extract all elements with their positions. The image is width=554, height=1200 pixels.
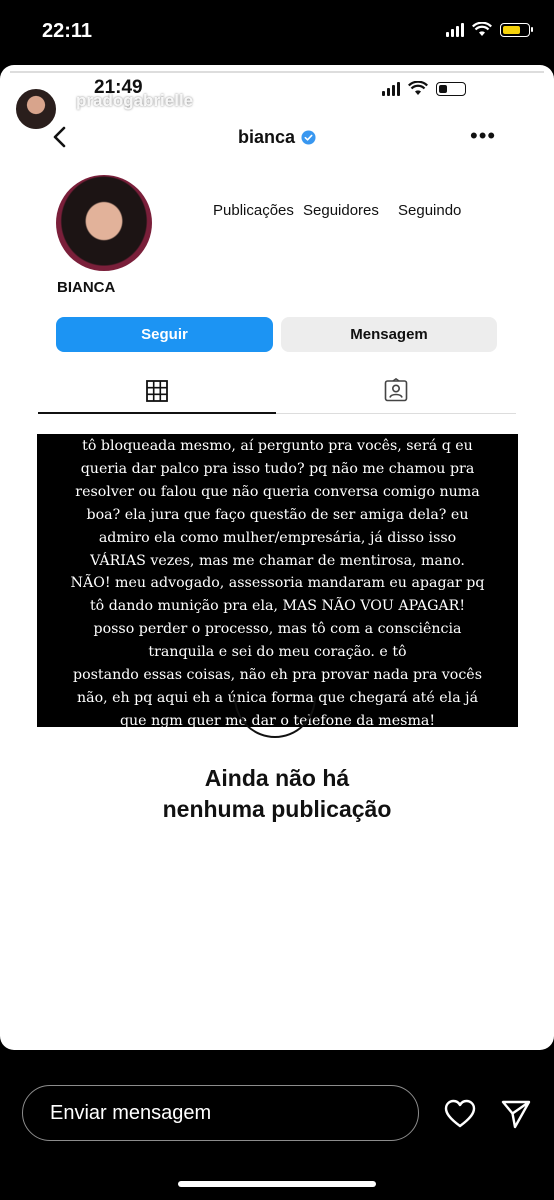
story-username[interactable]: pradogabrielle (76, 91, 193, 111)
translate-link[interactable]: ◔ Ver tradução › (78, 112, 185, 129)
battery-icon (500, 22, 533, 37)
caption-line: postando essas coisas, não eh pra provar… (73, 667, 482, 684)
status-icons (446, 22, 533, 37)
caption-line: posso perder o processo, mas tô com a co… (93, 621, 462, 638)
translate-label: Ver tradução (91, 112, 177, 129)
tab-divider (276, 413, 516, 414)
caption-line: queria dar palco pra isso tudo? pq não m… (80, 460, 475, 477)
profile-more-icon[interactable]: ••• (470, 123, 496, 149)
caption-line: admiro ela como mulher/empresária, já di… (98, 529, 457, 546)
caption-line: tô dando munição pra ela, MAS NÃO VOU AP… (89, 598, 466, 615)
empty-state-title: Ainda não há nenhuma publicação (0, 763, 554, 825)
caption-line: VÁRIAS vezes, mas me chamar de mentirosa… (90, 552, 465, 569)
active-tab-indicator (38, 412, 276, 414)
follow-button[interactable]: Seguir (56, 317, 273, 352)
translate-icon: ◔ (78, 112, 92, 129)
caption-line: tranquila e sei do meu coração. e tô (148, 644, 407, 661)
story-card[interactable]: 21:49 pradogabrielle 1h ◔ Ver tradução ›… (0, 65, 554, 1050)
send-icon[interactable] (500, 1098, 532, 1130)
back-chevron-icon[interactable] (50, 125, 70, 149)
caption-line: boa? ela jura que faço questão de ser am… (86, 506, 469, 523)
caption-overlay: tô bloqueada mesmo, aí pergunto pra você… (37, 434, 518, 729)
profile-username: bianca (238, 127, 296, 147)
caption-line: tô bloqueada mesmo, aí pergunto pra você… (82, 438, 473, 454)
close-icon[interactable] (510, 93, 544, 127)
profile-display-name: BIANCA (57, 279, 116, 296)
following-label[interactable]: Seguindo (398, 202, 461, 219)
cellular-signal-icon (446, 22, 464, 37)
caption-line: resolver ou falou que não queria convers… (75, 483, 480, 500)
grid-icon[interactable] (146, 380, 168, 402)
inner-wifi-icon (408, 81, 428, 95)
message-button[interactable]: Mensagem (281, 317, 497, 352)
inner-cellular-icon (382, 81, 400, 96)
more-horizontal-icon[interactable]: ••• (460, 91, 486, 117)
empty-state-line1: Ainda não há (204, 765, 350, 791)
profile-avatar[interactable] (56, 175, 152, 271)
wifi-icon (472, 22, 492, 36)
verified-badge-icon (301, 130, 316, 145)
followers-label[interactable]: Seguidores (303, 202, 379, 219)
empty-state-camera-icon (234, 696, 316, 738)
home-indicator (178, 1181, 376, 1187)
status-time: 22:11 (42, 20, 93, 42)
caption-line: NÃO! meu advogado, assessoria mandaram e… (70, 575, 485, 592)
chevron-right-icon: › (176, 112, 186, 129)
story-age: 1h (235, 91, 254, 110)
heart-icon[interactable] (444, 1099, 476, 1129)
story-verified-icon (208, 94, 223, 109)
inner-status-icons (382, 81, 466, 96)
empty-state-line2: nenhuma publicação (162, 796, 392, 822)
tagged-icon[interactable] (384, 378, 408, 402)
posts-label[interactable]: Publicações (213, 202, 294, 219)
message-input-placeholder: Enviar mensagem (50, 1102, 212, 1124)
story-progress-bar (10, 71, 544, 73)
